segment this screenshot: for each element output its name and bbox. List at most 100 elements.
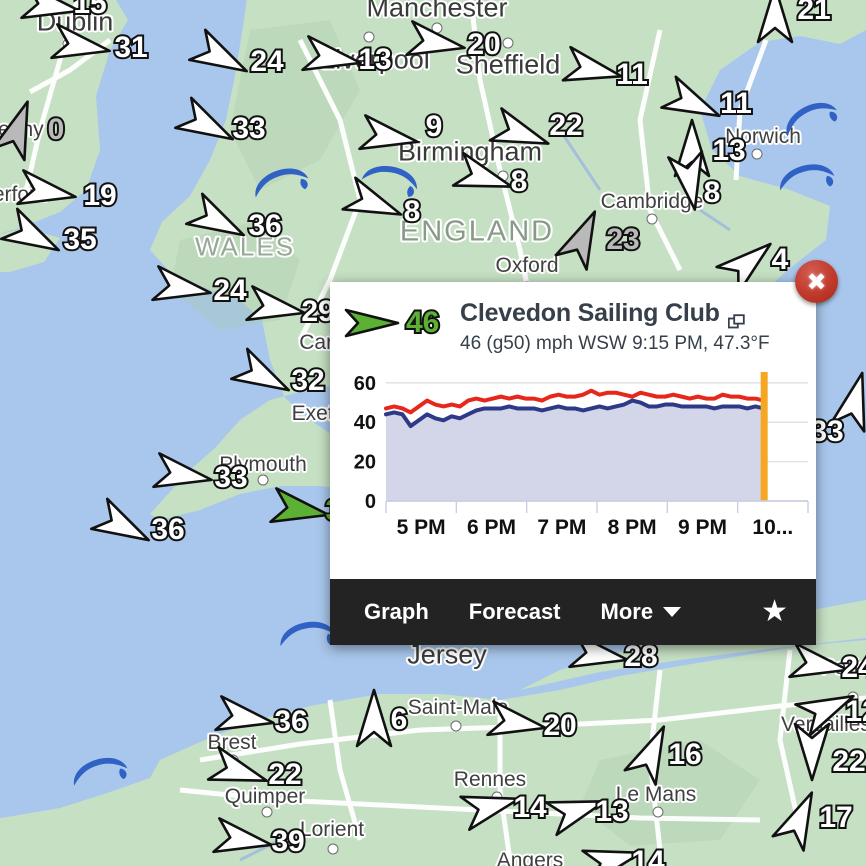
wind-speed-label[interactable]: 28 xyxy=(622,638,659,675)
star-icon[interactable]: ★ xyxy=(747,597,802,627)
wind-history-chart[interactable]: 0 20 40 60 5 PM 6 PM 7 PM 8 PM 9 PM 10... xyxy=(330,361,816,579)
city-dot-icon xyxy=(502,37,514,49)
popup-header: 46 Clevedon Sailing Club 46 (g50) mph WS… xyxy=(330,282,816,361)
forecast-button[interactable]: Forecast xyxy=(449,599,581,625)
svg-text:20: 20 xyxy=(354,452,376,474)
wind-speed-label[interactable]: 24 xyxy=(211,272,248,309)
wind-arrow-icon[interactable] xyxy=(151,265,214,308)
city-dot-icon xyxy=(652,806,664,818)
wind-speed-label[interactable]: 19 xyxy=(81,177,118,214)
wind-arrow-icon[interactable] xyxy=(824,371,866,433)
wind-speed-label[interactable]: 23 xyxy=(604,221,641,258)
wind-speed-label[interactable]: 35 xyxy=(61,221,98,258)
wind-speed-label[interactable]: 17 xyxy=(817,799,854,836)
wind-speed-label[interactable]: 33 xyxy=(230,110,267,147)
wind-speed-label[interactable]: 31 xyxy=(112,29,149,66)
open-in-new-window-icon[interactable] xyxy=(727,308,745,329)
wind-arrow-icon[interactable] xyxy=(184,192,250,242)
wind-arrow-icon[interactable] xyxy=(301,35,364,78)
wind-speed-label[interactable]: 32 xyxy=(289,362,326,399)
wind-arrow-icon[interactable] xyxy=(152,452,215,495)
city-dot-icon xyxy=(363,31,375,43)
forecast-button-label: Forecast xyxy=(468,599,561,624)
wind-speed-label[interactable]: 20 xyxy=(541,707,578,744)
wind-speed-label[interactable]: 13 xyxy=(356,41,393,78)
wind-arrow-icon[interactable] xyxy=(552,210,614,271)
city-dot-icon xyxy=(327,843,339,855)
wind-speed-label[interactable]: 22 xyxy=(547,107,584,144)
wind-speed-label[interactable]: 14 xyxy=(629,843,666,866)
close-glyph: ✖ xyxy=(806,267,827,296)
svg-text:10...: 10... xyxy=(752,516,793,539)
wind-speed-label[interactable]: 14 xyxy=(511,789,548,826)
wind-arrow-icon[interactable] xyxy=(206,745,271,792)
wind-speed-label[interactable]: 15 xyxy=(71,0,108,22)
wind-arrow-icon[interactable] xyxy=(229,347,295,397)
wind-arrow-icon[interactable] xyxy=(50,23,113,66)
wind-speed-label[interactable]: 24 xyxy=(248,43,285,80)
kite-icon xyxy=(360,155,422,202)
wind-arrow-icon[interactable] xyxy=(405,20,468,63)
wind-speed-label[interactable]: 36 xyxy=(149,511,186,548)
wind-speed-label[interactable]: 8 xyxy=(702,174,723,211)
wind-speed-label[interactable]: 22 xyxy=(266,756,303,793)
popup-title-block: Clevedon Sailing Club 46 (g50) mph WSW 9… xyxy=(456,299,802,355)
wind-speed-label[interactable]: 12 xyxy=(843,693,866,730)
wind-arrow-icon[interactable] xyxy=(173,96,239,146)
wind-speed-label[interactable]: 11 xyxy=(718,85,754,122)
chart-svg: 0 20 40 60 5 PM 6 PM 7 PM 8 PM 9 PM 10... xyxy=(354,372,809,539)
wind-arrow-icon[interactable] xyxy=(0,207,65,257)
weather-map-app: DublinWaterfordKilkennyManchesterLiverpo… xyxy=(0,0,866,866)
wind-speed-label[interactable]: 8 xyxy=(509,163,530,200)
wind-arrow-icon[interactable] xyxy=(245,285,308,328)
kite-icon xyxy=(67,748,129,795)
city-dot-icon xyxy=(257,474,269,486)
wind-direction-arrow-icon xyxy=(344,308,400,338)
wind-speed-label[interactable]: 20 xyxy=(465,26,502,63)
wind-arrow-icon[interactable] xyxy=(269,487,332,530)
svg-text:7 PM: 7 PM xyxy=(537,516,586,539)
popup-title-row: Clevedon Sailing Club xyxy=(460,299,802,329)
graph-button-label: Graph xyxy=(364,599,429,624)
wind-arrow-icon[interactable] xyxy=(212,817,275,860)
wind-arrow-icon[interactable] xyxy=(16,169,79,212)
wind-speed-label[interactable]: 39 xyxy=(269,823,306,860)
wind-arrow-icon[interactable] xyxy=(451,151,516,198)
page-title: Clevedon Sailing Club xyxy=(460,299,720,327)
kite-icon xyxy=(774,154,836,201)
wind-speed-label[interactable]: 22 xyxy=(830,743,866,780)
wind-speed-label[interactable]: 6 xyxy=(389,701,410,738)
popup-subtitle: 46 (g50) mph WSW 9:15 PM, 47.3°F xyxy=(460,332,770,354)
wind-speed-label[interactable]: 36 xyxy=(246,207,283,244)
svg-text:8 PM: 8 PM xyxy=(608,516,657,539)
graph-button[interactable]: Graph xyxy=(344,599,449,625)
wind-speed-label[interactable]: 36 xyxy=(272,703,309,740)
close-icon[interactable]: ✖ xyxy=(795,260,838,303)
svg-text:9 PM: 9 PM xyxy=(678,516,727,539)
wind-speed-label[interactable]: 4 xyxy=(770,241,791,278)
city-dot-icon xyxy=(646,213,658,225)
wind-arrow-icon[interactable] xyxy=(187,28,253,78)
wind-arrow-icon[interactable] xyxy=(488,107,553,154)
wind-arrow-icon[interactable] xyxy=(214,695,277,738)
wind-speed-label[interactable]: 16 xyxy=(666,736,703,773)
wind-arrow-icon[interactable] xyxy=(0,100,49,162)
more-button[interactable]: More xyxy=(581,599,702,625)
svg-text:5 PM: 5 PM xyxy=(397,516,446,539)
wind-speed-label[interactable]: 11 xyxy=(614,56,650,93)
station-detail-popup[interactable]: 46 Clevedon Sailing Club 46 (g50) mph WS… xyxy=(330,282,816,645)
wind-speed-label[interactable]: 33 xyxy=(212,459,249,496)
wind-arrow-icon[interactable] xyxy=(89,497,155,547)
wind-speed-label[interactable]: 21 xyxy=(795,0,832,28)
wind-speed-label[interactable]: 0 xyxy=(46,111,67,148)
city-dot-icon xyxy=(261,806,273,818)
kite-icon xyxy=(275,611,337,658)
wind-speed-label[interactable]: 13 xyxy=(593,793,630,830)
popup-wind-badge: 46 xyxy=(344,300,456,341)
svg-text:6 PM: 6 PM xyxy=(467,516,516,539)
popup-footer-toolbar[interactable]: Graph Forecast More ★ xyxy=(330,579,816,645)
wind-arrow-icon[interactable] xyxy=(486,700,549,743)
wind-speed-label[interactable]: 9 xyxy=(424,108,445,145)
svg-text:0: 0 xyxy=(365,491,376,513)
kite-icon xyxy=(248,159,310,206)
